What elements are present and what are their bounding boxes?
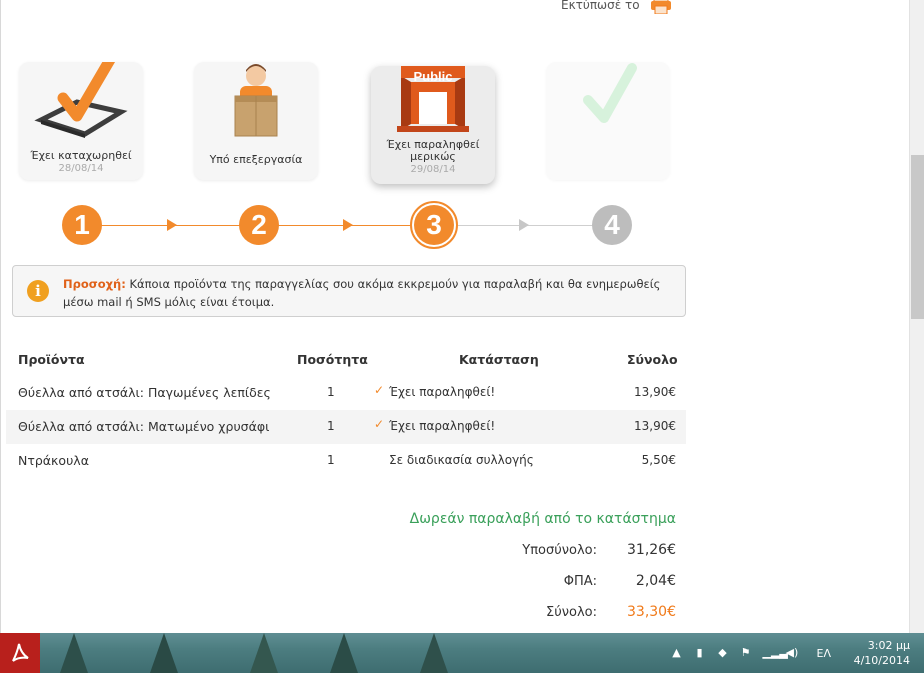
progress-arrow (519, 219, 529, 231)
product-name[interactable]: Θύελλα από ατσάλι: Παγωμένες λεπίδες (18, 385, 271, 400)
quantity: 1 (327, 385, 335, 399)
step-label: Έχει καταχωρηθεί (30, 149, 132, 162)
wallpaper-tree (420, 633, 448, 673)
product-name[interactable]: Θύελλα από ατσάλι: Ματωμένο χρυσάφι (18, 419, 269, 434)
step-label: Υπό επεξεργασία (209, 153, 303, 166)
free-pickup-text: Δωρεάν παραλαβή από το κατάστημα (409, 511, 676, 527)
total-value: 33,30€ (627, 604, 676, 620)
row-total: 5,50€ (641, 453, 676, 467)
checkbox-check-icon (19, 52, 143, 142)
header-products: Προϊόντα (18, 352, 85, 367)
dropbox-icon[interactable]: ◆ (717, 647, 729, 659)
check-icon: ✓ (374, 417, 385, 431)
notice-title: Προσοχή: (63, 277, 126, 291)
subtotal-value: 31,26€ (627, 542, 676, 558)
store-sign: Public (413, 69, 453, 84)
step-number-4: 4 (592, 205, 632, 245)
wallpaper-tree (60, 633, 88, 673)
store-icon: Public (371, 56, 495, 146)
check-icon: ✓ (374, 383, 385, 397)
table-row: Θύελλα από ατσάλι: Παγωμένες λεπίδες 1 ✓… (6, 376, 686, 410)
progress-arrow (167, 219, 177, 231)
clock-date: 4/10/2014 (853, 654, 910, 667)
step-card-registered: Έχει καταχωρηθεί 28/08/14 (19, 52, 143, 180)
vat-value: 2,04€ (635, 573, 676, 589)
step-label: Έχει παραληφθεί μερικώς (386, 138, 480, 163)
courier-box-icon (194, 62, 318, 142)
show-hidden-icons[interactable]: ▲ (671, 647, 683, 659)
product-name[interactable]: Ντράκουλα (18, 453, 89, 468)
flag-icon[interactable]: ⚑ (740, 647, 752, 659)
total-label: Σύνολο: (546, 605, 597, 620)
table-row: Θύελλα από ατσάλι: Ματωμένο χρυσάφι 1 ✓ … (6, 410, 686, 444)
status: Σε διαδικασία συλλογής (389, 453, 534, 467)
language-indicator[interactable]: ΕΛ (817, 647, 831, 660)
signal-icon[interactable]: ▁▂▃ (763, 647, 788, 659)
battery-icon[interactable]: ▮ (694, 647, 706, 659)
clock-time: 3:02 μμ (867, 639, 910, 652)
subtotal-label: Υποσύνολο: (522, 543, 597, 558)
acrobat-icon (12, 643, 29, 662)
printer-icon[interactable] (650, 0, 672, 15)
step-card-processing: Υπό επεξεργασία (194, 62, 318, 180)
step-number-1: 1 (62, 205, 102, 245)
step-date: 28/08/14 (58, 163, 104, 174)
wallpaper-tree (250, 633, 278, 673)
quantity: 1 (327, 419, 335, 433)
vertical-scrollbar[interactable] (909, 0, 924, 633)
status: Έχει παραληφθεί! (389, 385, 496, 399)
notice-message: Κάποια προϊόντα της παραγγελίας σου ακόμ… (63, 277, 661, 309)
row-total: 13,90€ (634, 419, 676, 433)
step-number-2: 2 (239, 205, 279, 245)
progress-arrow (343, 219, 353, 231)
quantity: 1 (327, 453, 335, 467)
system-tray: ▲ ▮ ◆ ⚑ ▁▂▃ ◀) ΕΛ 3:02 μμ 4/10/2014 (671, 633, 924, 673)
header-total: Σύνολο (627, 352, 678, 367)
notice-box: i Προσοχή: Κάποια προϊόντα της παραγγελί… (12, 265, 686, 317)
step-date: 29/08/14 (410, 164, 456, 175)
order-status-page: Εκτύπωσέ το Έχει καταχωρηθεί 28/08/14 Υπ… (0, 0, 909, 633)
info-icon: i (27, 280, 49, 302)
step-card-partially-received: Public Έχει παραληφθεί μερικώς 29/08/14 (371, 56, 495, 184)
wallpaper-tree (150, 633, 178, 673)
clock[interactable]: 3:02 μμ 4/10/2014 (850, 638, 910, 668)
wallpaper-tree (330, 633, 358, 673)
notice-text: Προσοχή: Κάποια προϊόντα της παραγγελίας… (63, 275, 673, 311)
acrobat-taskbar-button[interactable] (0, 633, 40, 673)
status: Έχει παραληφθεί! (389, 419, 496, 433)
print-link[interactable]: Εκτύπωσέ το (561, 0, 672, 15)
table-row: Ντράκουλα 1 Σε διαδικασία συλλογής 5,50€ (6, 444, 686, 478)
taskbar: ▲ ▮ ◆ ⚑ ▁▂▃ ◀) ΕΛ 3:02 μμ 4/10/2014 (0, 633, 924, 673)
step-number-3: 3 (414, 205, 454, 245)
check-icon (546, 62, 670, 142)
vat-label: ΦΠΑ: (563, 574, 597, 589)
volume-icon[interactable]: ◀) (786, 647, 799, 659)
header-quantity: Ποσότητα (297, 352, 368, 367)
header-status: Κατάσταση (459, 352, 539, 367)
print-label: Εκτύπωσέ το (561, 0, 640, 12)
scrollbar-thumb[interactable] (911, 155, 924, 319)
row-total: 13,90€ (634, 385, 676, 399)
step-card-completed (546, 62, 670, 180)
